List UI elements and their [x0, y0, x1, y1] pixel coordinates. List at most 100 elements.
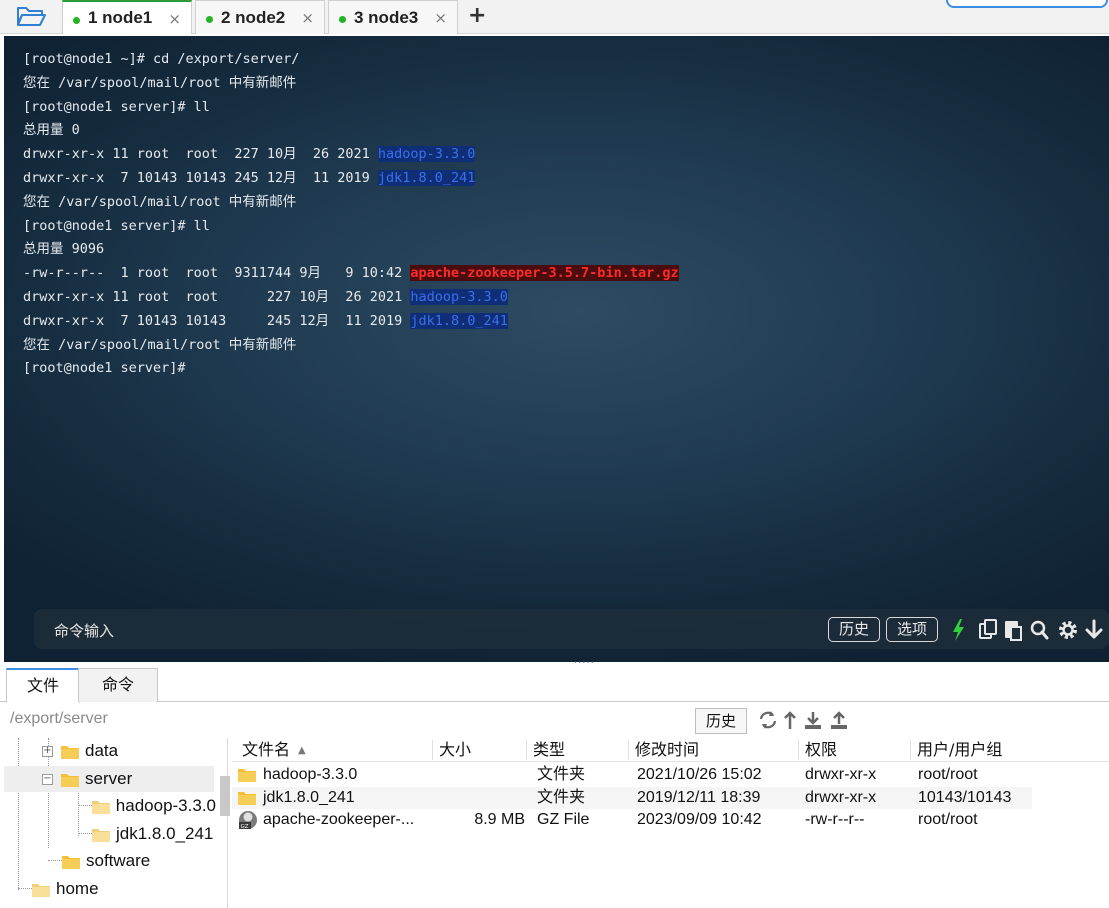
terminal-line: [root@node1 ~]# cd /export/server/ — [23, 51, 300, 67]
session-tab-bar: 1 node1 × 2 node2 × 3 node3 × + — [0, 0, 1109, 34]
options-button[interactable]: 选项 — [886, 617, 938, 642]
svg-text:GZ: GZ — [241, 824, 249, 830]
copy-icon[interactable] — [979, 619, 997, 639]
gz-file-icon: GZ — [239, 811, 257, 830]
file-row[interactable]: jdk1.8.0_241 文件夹 2019/12/11 18:39 drwxr-… — [232, 787, 1032, 809]
refresh-icon[interactable] — [759, 711, 777, 729]
connected-status-icon — [339, 16, 346, 23]
file-type: 文件夹 — [537, 789, 586, 806]
dir-name-highlight: hadoop-3.3.0 — [377, 146, 476, 163]
file-name: hadoop-3.3.0 — [263, 766, 358, 783]
file-row[interactable]: GZ apache-zookeeper-... 8.9 MB GZ File 2… — [232, 809, 1032, 831]
terminal-line: [root@node1 server]# — [23, 360, 186, 377]
file-owner: 10143/10143 — [918, 789, 1012, 806]
tree-item-jdk[interactable]: jdk1.8.0_241 — [92, 821, 216, 847]
tree-item-home[interactable]: home — [32, 876, 182, 902]
terminal-line: 总用量 0 — [23, 122, 80, 139]
file-type: 文件夹 — [537, 766, 586, 783]
paste-icon[interactable] — [1005, 621, 1022, 641]
tab-label: 2 node2 — [221, 7, 286, 27]
sort-ascending-icon: ▲ — [298, 745, 306, 756]
folder-icon — [61, 773, 79, 787]
close-icon[interactable]: × — [301, 9, 314, 27]
archive-name-highlight: apache-zookeeper-3.5.7-bin.tar.gz — [410, 265, 679, 282]
file-owner: root/root — [918, 766, 978, 783]
tree-item-label: server — [85, 769, 133, 788]
tree-item-hadoop[interactable]: hadoop-3.3.0 — [92, 793, 216, 819]
terminal-line: 您在 /var/spool/mail/root 中有新邮件 — [23, 74, 297, 91]
path-input[interactable]: /export/server — [10, 710, 108, 728]
tree-item-label: jdk1.8.0_241 — [116, 824, 214, 843]
folder-icon — [238, 792, 256, 805]
terminal-line: 您在 /var/spool/mail/root 中有新邮件 — [23, 336, 297, 353]
folder-icon — [32, 883, 50, 897]
column-header-name[interactable]: 文件名 ▲ — [236, 740, 306, 760]
gear-icon[interactable] — [1059, 621, 1077, 639]
path-bar: /export/server 历史 — [0, 704, 1109, 736]
download-icon[interactable] — [805, 712, 821, 729]
close-icon[interactable]: × — [434, 9, 447, 27]
terminal-line: 您在 /var/spool/mail/root 中有新邮件 — [23, 193, 297, 210]
terminal-line: drwxr-xr-x 7 10143 10143 245 12月 11 2019… — [23, 312, 508, 329]
file-row[interactable]: hadoop-3.3.0 文件夹 2021/10/26 15:02 drwxr-… — [232, 764, 1032, 786]
file-name: apache-zookeeper-... — [263, 811, 415, 828]
file-permissions: -rw-r--r-- — [805, 811, 865, 828]
parent-directory-icon[interactable] — [784, 711, 796, 729]
tree-item-software[interactable]: software — [62, 848, 212, 874]
terminal-panel[interactable]: [root@node1 ~]# cd /export/server/ 您在 /v… — [4, 36, 1109, 662]
command-input[interactable]: 命令输入 — [54, 620, 114, 641]
path-history-button[interactable]: 历史 — [695, 708, 747, 734]
tab-node1[interactable]: 1 node1 × — [62, 0, 192, 34]
terminal-line: [root@node1 server]# ll — [23, 98, 210, 115]
file-permissions: drwxr-xr-x — [805, 789, 877, 806]
close-icon[interactable]: × — [168, 10, 181, 28]
search-icon[interactable] — [1030, 620, 1049, 640]
folder-open-icon — [17, 7, 46, 26]
directory-tree: + data − server hadoop-3.3.0 jdk1.8.0_24… — [4, 738, 230, 908]
arrow-down-icon[interactable] — [1085, 619, 1103, 639]
command-bar: 命令输入 历史 选项 — [34, 609, 1109, 649]
file-list: 文件名 ▲ 大小 类型 修改时间 权限 用户/用户组 hadoop-3.3.0 文… — [232, 738, 1109, 908]
tab-node2[interactable]: 2 node2 × — [195, 0, 325, 34]
file-modified: 2023/09/09 10:42 — [637, 811, 762, 828]
tree-item-data[interactable]: + data — [42, 738, 218, 764]
terminal-line: drwxr-xr-x 11 root root 227 10月 26 2021 … — [23, 288, 508, 305]
tree-item-label: home — [56, 879, 99, 898]
top-right-widget[interactable] — [946, 0, 1108, 8]
upload-icon[interactable] — [831, 711, 847, 729]
column-header-owner[interactable]: 用户/用户组 — [910, 740, 1002, 760]
tab-commands[interactable]: 命令 — [78, 668, 158, 702]
file-type: GZ File — [537, 811, 590, 828]
folder-icon — [61, 745, 79, 759]
terminal-output: [root@node1 ~]# cd /export/server/ 您在 /v… — [23, 48, 679, 381]
tab-files[interactable]: 文件 — [6, 668, 80, 703]
file-name: jdk1.8.0_241 — [263, 789, 355, 806]
file-list-header: 文件名 ▲ 大小 类型 修改时间 权限 用户/用户组 — [232, 738, 1109, 762]
history-button[interactable]: 历史 — [828, 617, 880, 642]
pane-splitter-handle[interactable]: ····· — [574, 658, 608, 669]
folder-icon — [92, 800, 110, 814]
tree-item-label: software — [86, 851, 151, 870]
tab-node3[interactable]: 3 node3 × — [328, 0, 458, 34]
dir-name-highlight: jdk1.8.0_241 — [410, 312, 508, 329]
folder-icon — [62, 855, 80, 869]
collapse-toggle[interactable]: − — [42, 773, 53, 785]
file-permissions: drwxr-xr-x — [805, 766, 877, 783]
open-folder-button[interactable] — [8, 2, 54, 30]
terminal-line: [root@node1 server]# ll — [23, 217, 210, 234]
file-modified: 2019/12/11 18:39 — [637, 789, 761, 806]
column-header-size[interactable]: 大小 — [432, 740, 471, 760]
column-header-permissions[interactable]: 权限 — [798, 740, 837, 760]
dir-name-highlight: hadoop-3.3.0 — [410, 288, 508, 305]
column-header-modified[interactable]: 修改时间 — [628, 740, 699, 760]
column-header-type[interactable]: 类型 — [526, 740, 565, 760]
tree-scrollbar[interactable] — [220, 776, 230, 816]
tree-item-label: data — [85, 741, 119, 760]
lightning-icon[interactable] — [953, 619, 964, 641]
folder-icon — [238, 769, 256, 782]
tree-item-server[interactable]: − server — [4, 766, 214, 792]
expand-toggle[interactable]: + — [42, 745, 53, 757]
file-size: 8.9 MB — [474, 811, 525, 828]
add-tab-button[interactable]: + — [468, 3, 486, 28]
file-owner: root/root — [918, 811, 978, 828]
